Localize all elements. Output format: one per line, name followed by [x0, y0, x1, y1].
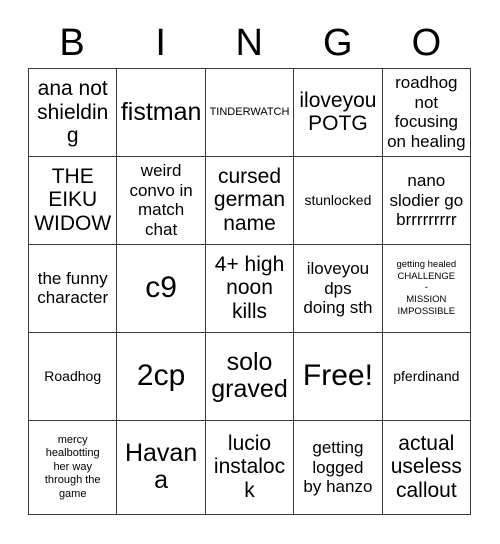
bingo-cell[interactable]: cursed german name [205, 156, 295, 245]
bingo-cell[interactable]: lucio instalock [205, 420, 295, 515]
bingo-cell[interactable]: iloveyou POTG [294, 69, 383, 157]
bingo-cell[interactable]: THE EIKU WIDOW [29, 156, 118, 245]
bingo-cell-label: lucio instalock [213, 431, 286, 503]
bingo-cell-free[interactable]: Free! [294, 332, 383, 421]
bingo-cell-label: weird convo in match chat [129, 161, 193, 240]
bingo-cell[interactable]: c9 [117, 244, 206, 333]
header-letter-i: I [155, 22, 167, 64]
bingo-row: ana not shielding fistman TINDERWATCH il… [29, 69, 472, 157]
bingo-cell-label: cursed german name [213, 164, 286, 236]
bingo-row: the funny character c9 4+ high noon kill… [29, 244, 472, 333]
bingo-cell-label: iloveyou POTG [299, 88, 377, 136]
bingo-cell-label: Free! [302, 359, 373, 393]
bingo-cell[interactable]: stunlocked [294, 156, 383, 245]
bingo-cell-label: 4+ high noon kills [214, 252, 285, 324]
bingo-cell[interactable]: mercy healbotting her way through the ga… [29, 420, 118, 515]
bingo-cell-label: stunlocked [304, 192, 372, 209]
bingo-cell[interactable]: ana not shielding [29, 69, 118, 157]
bingo-cell-label: solo graved [211, 347, 288, 404]
bingo-row: THE EIKU WIDOW weird convo in match chat… [29, 156, 472, 245]
bingo-cell[interactable]: 2cp [117, 332, 206, 421]
bingo-cell-label: the funny character [37, 268, 109, 308]
bingo-cell-label: mercy healbotting her way through the ga… [44, 433, 101, 500]
bingo-cell[interactable]: Roadhog [29, 332, 118, 421]
bingo-card: B I N G O ana not shielding fistman TIND… [0, 0, 500, 544]
bingo-cell[interactable]: weird convo in match chat [117, 156, 206, 245]
bingo-cell[interactable]: 4+ high noon kills [205, 244, 295, 333]
bingo-cell-label: getting healed CHALLENGE - MISSION IMPOS… [396, 258, 457, 318]
bingo-cell-label: THE EIKU WIDOW [34, 164, 112, 236]
header-letter-g: G [323, 22, 354, 64]
header-letter-b: B [59, 22, 86, 64]
bingo-cell-label: TINDERWATCH [209, 105, 290, 118]
bingo-cell-label: actual useless callout [390, 431, 462, 503]
bingo-row: Roadhog 2cp solo graved Free! pferdinand [29, 332, 472, 421]
bingo-cell[interactable]: Havana [117, 420, 206, 515]
bingo-cell[interactable]: getting logged by hanzo [294, 420, 383, 515]
bingo-cell[interactable]: pferdinand [382, 332, 472, 421]
header-letter-o: O [411, 22, 442, 64]
bingo-cell[interactable]: roadhog not focusing on healing [382, 69, 472, 157]
bingo-cell-label: Roadhog [44, 368, 102, 385]
bingo-cell-label: fistman [120, 97, 202, 126]
bingo-grid: ana not shielding fistman TINDERWATCH il… [28, 68, 472, 515]
bingo-row: mercy healbotting her way through the ga… [29, 420, 472, 515]
bingo-cell-label: roadhog not focusing on healing [387, 73, 466, 152]
bingo-cell[interactable]: the funny character [29, 244, 118, 333]
bingo-cell-label: 2cp [136, 359, 186, 393]
bingo-cell-label: nano slodier go brrrrrrrrr [389, 170, 464, 230]
bingo-cell-label: getting logged by hanzo [303, 437, 373, 497]
bingo-cell[interactable]: TINDERWATCH [205, 69, 295, 157]
bingo-cell[interactable]: fistman [117, 69, 206, 157]
bingo-cell[interactable]: getting healed CHALLENGE - MISSION IMPOS… [382, 244, 472, 333]
bingo-cell[interactable]: solo graved [205, 332, 295, 421]
bingo-cell-label: Havana [124, 438, 198, 495]
bingo-cell-label: c9 [145, 271, 177, 305]
bingo-cell-label: iloveyou dps doing sth [303, 258, 373, 318]
bingo-cell-label: ana not shielding [37, 76, 109, 148]
bingo-header: B I N G O [28, 18, 471, 68]
bingo-cell[interactable]: nano slodier go brrrrrrrrr [382, 156, 472, 245]
bingo-cell[interactable]: actual useless callout [382, 420, 472, 515]
bingo-cell-label: pferdinand [393, 368, 460, 385]
bingo-cell[interactable]: iloveyou dps doing sth [294, 244, 383, 333]
header-letter-n: N [235, 22, 264, 64]
